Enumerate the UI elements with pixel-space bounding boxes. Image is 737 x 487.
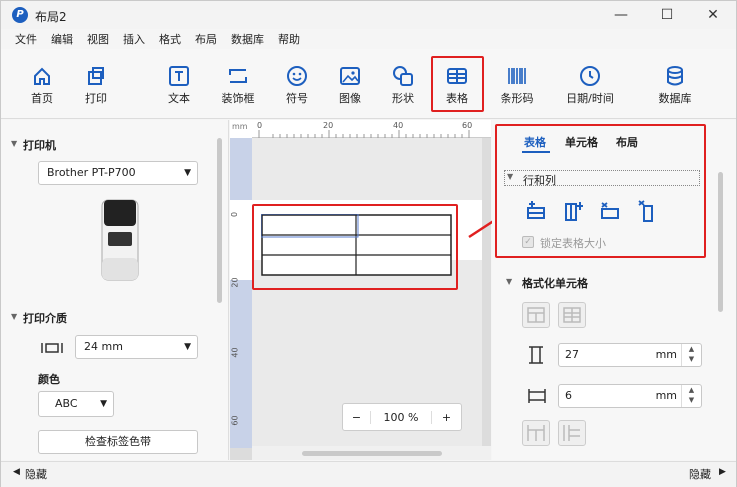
equal-width-button[interactable] [558, 420, 586, 446]
printer-select[interactable]: Brother PT-P700 ▼ [38, 161, 198, 185]
zoom-out-button[interactable]: − [343, 410, 371, 424]
collapse-media-icon[interactable]: ▼ [11, 312, 17, 321]
print-button[interactable]: 打印 [70, 65, 122, 106]
home-icon [31, 65, 53, 87]
app-window: P 布局2 — ☐ ✕ 文件 编辑 视图 插入 格式 布局 数据库 帮助 首页 … [0, 0, 737, 487]
database-icon [664, 65, 686, 87]
hide-left-panel-button[interactable]: 隐藏 [25, 466, 47, 482]
column-width-icon [528, 388, 546, 404]
ribbon-toolbar: 首页 打印 文本 装饰框 符号 图像 形状 表格 条形码 日期/时间 数据库 [1, 49, 736, 119]
vruler-tick: 20 [230, 277, 240, 288]
image-button[interactable]: 图像 [324, 65, 376, 106]
canvas-area: mm 0 20 40 60 0 20 40 60 − 100 % + [230, 120, 491, 460]
menu-format[interactable]: 格式 [152, 29, 188, 49]
minimize-button[interactable]: — [598, 1, 644, 29]
collapse-format-icon[interactable]: ▼ [506, 277, 512, 286]
stepper-icon[interactable]: ▲ ▼ [681, 344, 701, 366]
left-scrollbar[interactable] [217, 138, 222, 303]
rows-cols-highlight [495, 124, 706, 258]
zoom-in-button[interactable]: + [431, 410, 461, 424]
equal-height-button[interactable] [522, 420, 550, 446]
stepper-icon[interactable]: ▲ ▼ [681, 385, 701, 407]
datetime-button[interactable]: 日期/时间 [563, 65, 617, 106]
right-panel: 表格 单元格 布局 ▼ 行和列 ✓ 锁定表格大小 ▼ 格式化单元格 27 mm … [492, 120, 736, 460]
horizontal-ruler: 0 20 40 60 [252, 120, 491, 138]
menu-layout[interactable]: 布局 [188, 29, 224, 49]
format-cells-title: 格式化单元格 [522, 277, 588, 290]
app-logo-icon: P [12, 7, 28, 23]
media-section-title: 打印介质 [23, 312, 67, 325]
image-icon [339, 65, 361, 87]
left-panel: ▼ 打印机 Brother PT-P700 ▼ ▼ 打印介质 24 mm ▼ 颜… [1, 120, 229, 460]
menu-database[interactable]: 数据库 [224, 29, 271, 49]
chevron-down-icon: ▼ [184, 168, 191, 178]
shape-button[interactable]: 形状 [377, 65, 429, 106]
paper-background [252, 138, 482, 447]
horizontal-scrollbar[interactable] [252, 446, 491, 460]
vruler-tick: 40 [230, 347, 240, 358]
chevron-down-icon: ▼ [184, 342, 191, 352]
frame-icon [227, 65, 249, 87]
smiley-icon [286, 65, 308, 87]
menu-edit[interactable]: 编辑 [44, 29, 80, 49]
shape-icon [392, 65, 414, 87]
split-cells-button[interactable] [558, 302, 586, 328]
row-height-icon [528, 346, 544, 364]
frame-button[interactable]: 装饰框 [212, 65, 264, 106]
maximize-button[interactable]: ☐ [644, 1, 690, 29]
column-width-input[interactable]: 6 mm ▲ ▼ [558, 384, 702, 408]
menu-insert[interactable]: 插入 [116, 29, 152, 49]
triangle-right-icon: ▶ [719, 467, 726, 477]
text-icon [168, 65, 190, 87]
text-button[interactable]: 文本 [153, 65, 205, 106]
barcode-button[interactable]: 条形码 [491, 65, 543, 106]
table-button-highlight [431, 56, 484, 112]
tape-width-select[interactable]: 24 mm ▼ [75, 335, 198, 359]
menu-bar: 文件 编辑 视图 插入 格式 布局 数据库 帮助 [1, 29, 736, 49]
zoom-control: − 100 % + [342, 403, 462, 431]
ruler-unit: mm [230, 120, 252, 138]
vruler-tick: 60 [230, 415, 240, 426]
hruler-tick: 20 [323, 121, 334, 130]
collapse-printer-icon[interactable]: ▼ [11, 139, 17, 148]
chevron-down-icon: ▼ [100, 399, 107, 409]
zoom-value: 100 % [383, 410, 419, 424]
barcode-icon [506, 65, 528, 87]
database-button[interactable]: 数据库 [649, 65, 701, 106]
hruler-tick: 0 [257, 121, 263, 130]
triangle-left-icon: ◀ [13, 467, 20, 477]
row-height-input[interactable]: 27 mm ▲ ▼ [558, 343, 702, 367]
merge-cells-button[interactable] [522, 302, 550, 328]
clock-icon [579, 65, 601, 87]
window-title: 布局2 [35, 10, 67, 24]
menu-help[interactable]: 帮助 [271, 29, 307, 49]
right-scrollbar[interactable] [718, 172, 723, 312]
hruler-tick: 40 [393, 121, 404, 130]
title-bar: P 布局2 — ☐ ✕ [1, 1, 736, 29]
check-tape-button[interactable]: 检查标签色带 [38, 430, 198, 454]
status-bar: ◀ 隐藏 隐藏 ▶ [1, 461, 736, 487]
hide-right-panel-button[interactable]: 隐藏 [689, 466, 711, 482]
menu-file[interactable]: 文件 [8, 29, 44, 49]
hruler-tick: 60 [462, 121, 473, 130]
tape-width-icon [41, 342, 63, 354]
printer-section-title: 打印机 [23, 139, 56, 152]
vertical-ruler: 0 20 40 60 [230, 138, 252, 448]
print-icon [85, 65, 107, 87]
close-button[interactable]: ✕ [690, 1, 736, 29]
home-button[interactable]: 首页 [16, 65, 68, 106]
printer-image [99, 198, 141, 282]
color-label: 颜色 [38, 373, 60, 386]
table-highlight [252, 204, 458, 290]
color-select[interactable]: ABC ▼ [38, 391, 114, 417]
vruler-tick: 0 [230, 211, 240, 218]
symbol-button[interactable]: 符号 [271, 65, 323, 106]
menu-view[interactable]: 视图 [80, 29, 116, 49]
